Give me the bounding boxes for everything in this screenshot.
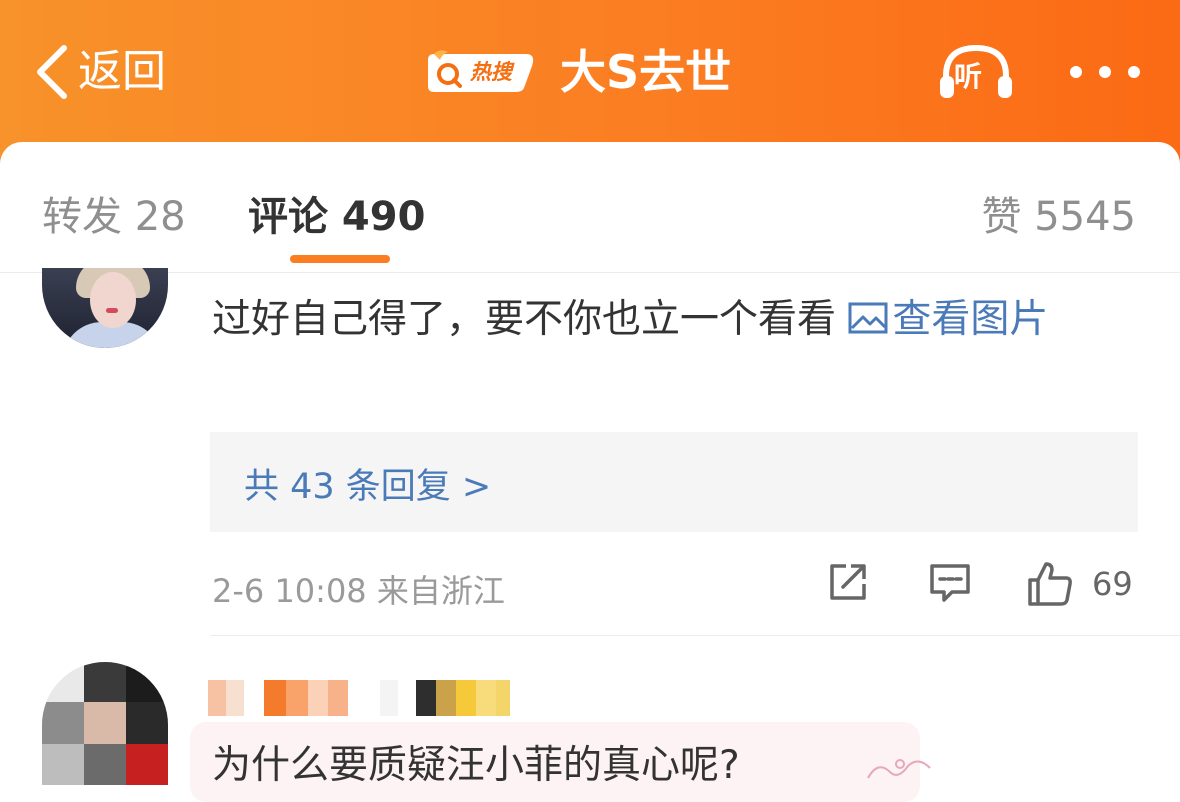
pixel-block (476, 680, 496, 716)
pixel-block (42, 662, 84, 702)
tab-like[interactable]: 赞 5545 (981, 184, 1136, 242)
tab-bar: 转发 28 评论 490 赞 5545 (0, 142, 1180, 273)
tab-repost[interactable]: 转发 28 (42, 184, 186, 242)
pixel-block (42, 744, 84, 785)
pixel-block (328, 680, 348, 716)
comment-divider (210, 635, 1180, 636)
pixel-block (126, 702, 168, 744)
like-button[interactable]: 69 (1026, 560, 1133, 608)
hot-search-title: 热搜 大S去世 (426, 44, 731, 100)
bubble-decoration-icon (867, 759, 931, 779)
pixel-block (126, 744, 168, 785)
comment-body: 过好自己得了，要不你也立一个看看 (212, 297, 849, 342)
active-tab-indicator (290, 255, 390, 263)
share-icon (830, 564, 866, 600)
pixel-block (380, 680, 398, 716)
replies-count-link: 共 43 条回复 > (244, 467, 492, 507)
pixel-block (308, 680, 328, 716)
hot-search-badge: 热搜 (426, 48, 538, 96)
pixel-block (208, 680, 226, 716)
more-menu-button[interactable] (1070, 60, 1140, 84)
pixel-block (84, 702, 126, 744)
back-button[interactable]: 返回 (34, 44, 166, 100)
comment-meta: 2-6 10:08 来自浙江 (212, 572, 505, 610)
pixel-block (286, 680, 308, 716)
hot-badge-label: 热搜 (470, 60, 512, 84)
more-dot-icon (1099, 66, 1111, 78)
pixel-block (84, 662, 126, 702)
pixel-block (496, 680, 510, 716)
pixel-block (84, 744, 126, 785)
view-image-link[interactable]: 查看图片 (848, 297, 1048, 342)
pixel-block (436, 680, 456, 716)
comment-text: 过好自己得了，要不你也立一个看看 查看图片 (212, 288, 1112, 352)
pixel-block (226, 680, 244, 716)
page-title: 大S去世 (560, 45, 732, 99)
listen-label: 听 (954, 60, 983, 93)
reply-button[interactable] (928, 560, 972, 608)
comment-icon (930, 564, 970, 602)
share-button[interactable] (826, 560, 870, 608)
avatar-lips (106, 308, 118, 313)
comment-text: 为什么要质疑汪小菲的真心呢? (212, 743, 740, 788)
pixel-block (42, 702, 84, 744)
pixel-block (264, 680, 286, 716)
pixel-block (456, 680, 476, 716)
more-dot-icon (1128, 66, 1140, 78)
thumbs-up-icon (1028, 562, 1072, 606)
avatar-face (90, 272, 136, 328)
username-blurred[interactable] (208, 680, 510, 716)
view-image-label: 查看图片 (892, 297, 1049, 342)
back-label: 返回 (78, 46, 166, 97)
avatar-blurred[interactable] (42, 662, 168, 785)
more-dot-icon (1070, 66, 1082, 78)
replies-summary[interactable]: 共 43 条回复 > (210, 432, 1138, 532)
chevron-left-icon (37, 45, 67, 99)
pixel-block (416, 680, 436, 716)
like-count: 69 (1092, 565, 1133, 603)
image-icon (848, 302, 888, 334)
pixel-block (126, 662, 168, 702)
listen-button[interactable]: 听 (938, 42, 1014, 102)
tab-comment[interactable]: 评论 490 (248, 184, 425, 242)
